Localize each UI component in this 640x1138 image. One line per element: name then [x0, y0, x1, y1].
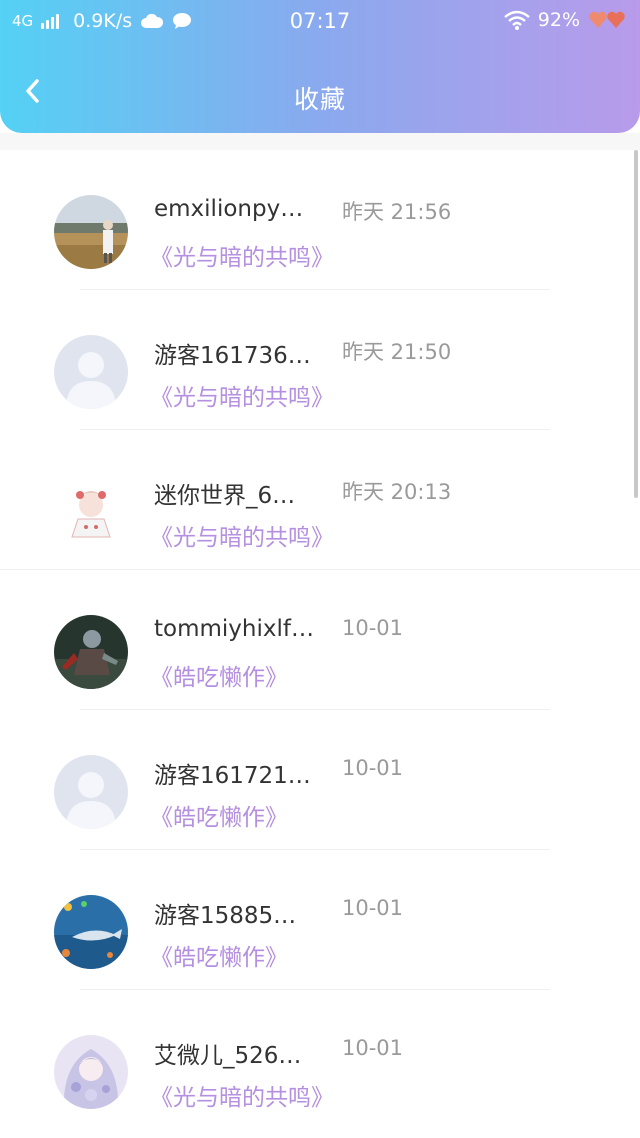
work-title-link[interactable]: 《皓吃懒作》 — [150, 798, 288, 832]
avatar[interactable] — [54, 1035, 128, 1109]
landscape-photo-icon — [54, 195, 128, 269]
favorites-list: emxilionpy… 昨天 21:56 《光与暗的共鸣》 游客161736… … — [0, 150, 640, 1138]
dark-character-icon — [54, 615, 128, 689]
username: 迷你世界_6… — [154, 483, 296, 509]
anime-girl-icon — [54, 1035, 128, 1109]
hearts-icon — [589, 11, 625, 29]
work-title-link[interactable]: 《皓吃懒作》 — [150, 938, 288, 972]
avatar[interactable] — [54, 195, 128, 269]
favorite-time: 昨天 21:56 — [342, 200, 452, 224]
work-title-link[interactable]: 《皓吃懒作》 — [150, 658, 288, 692]
username: tommiyhixlf… — [154, 616, 314, 642]
list-item[interactable]: emxilionpy… 昨天 21:56 《光与暗的共鸣》 — [0, 150, 640, 290]
username: 游客15885… — [154, 903, 297, 929]
battery-level: 92% — [537, 9, 580, 31]
scrollbar[interactable] — [634, 150, 638, 498]
work-title-link[interactable]: 《光与暗的共鸣》 — [150, 378, 334, 412]
wifi-icon — [503, 10, 530, 30]
anime-character-icon — [54, 475, 128, 549]
favorite-time: 10-01 — [342, 1036, 404, 1060]
status-bar: 4G 0.9K/s 07:17 92% — [0, 0, 640, 44]
status-right: 92% — [503, 9, 628, 31]
list-item[interactable]: 游客161736… 昨天 21:50 《光与暗的共鸣》 — [0, 290, 640, 430]
list-item[interactable]: 游客15885… 10-01 《皓吃懒作》 — [0, 850, 640, 990]
list-item[interactable]: 迷你世界_6… 昨天 20:13 《光与暗的共鸣》 — [0, 430, 640, 570]
favorites-screen: 4G 0.9K/s 07:17 92% 收藏 emxilionpy… 昨天 21… — [0, 0, 640, 1138]
favorite-time: 昨天 20:13 — [342, 480, 452, 504]
username: 游客161736… — [154, 343, 311, 369]
favorite-time: 10-01 — [342, 896, 404, 920]
favorite-time: 10-01 — [342, 616, 404, 640]
default-user-icon — [54, 335, 128, 409]
avatar[interactable] — [54, 895, 128, 969]
favorite-time: 10-01 — [342, 756, 404, 780]
avatar[interactable] — [54, 615, 128, 689]
work-title-link[interactable]: 《光与暗的共鸣》 — [150, 1078, 334, 1112]
username: 艾微儿_526… — [154, 1043, 302, 1069]
list-item[interactable]: 艾微儿_526… 10-01 《光与暗的共鸣》 — [0, 990, 640, 1130]
avatar[interactable] — [54, 755, 128, 829]
username: 游客161721… — [154, 763, 311, 789]
avatar[interactable] — [54, 475, 128, 549]
header: 4G 0.9K/s 07:17 92% 收藏 — [0, 0, 640, 133]
default-user-icon — [54, 755, 128, 829]
work-title-link[interactable]: 《光与暗的共鸣》 — [150, 238, 334, 272]
username: emxilionpy… — [154, 196, 304, 222]
avatar[interactable] — [54, 335, 128, 409]
favorite-time: 昨天 21:50 — [342, 340, 452, 364]
list-item[interactable]: 游客161721… 10-01 《皓吃懒作》 — [0, 710, 640, 850]
list-item[interactable]: tommiyhixlf… 10-01 《皓吃懒作》 — [0, 570, 640, 710]
ocean-scene-icon — [54, 895, 128, 969]
page-title: 收藏 — [293, 85, 346, 114]
title-bar: 收藏 — [0, 44, 640, 133]
header-gap — [0, 133, 640, 150]
work-title-link[interactable]: 《光与暗的共鸣》 — [150, 518, 334, 552]
